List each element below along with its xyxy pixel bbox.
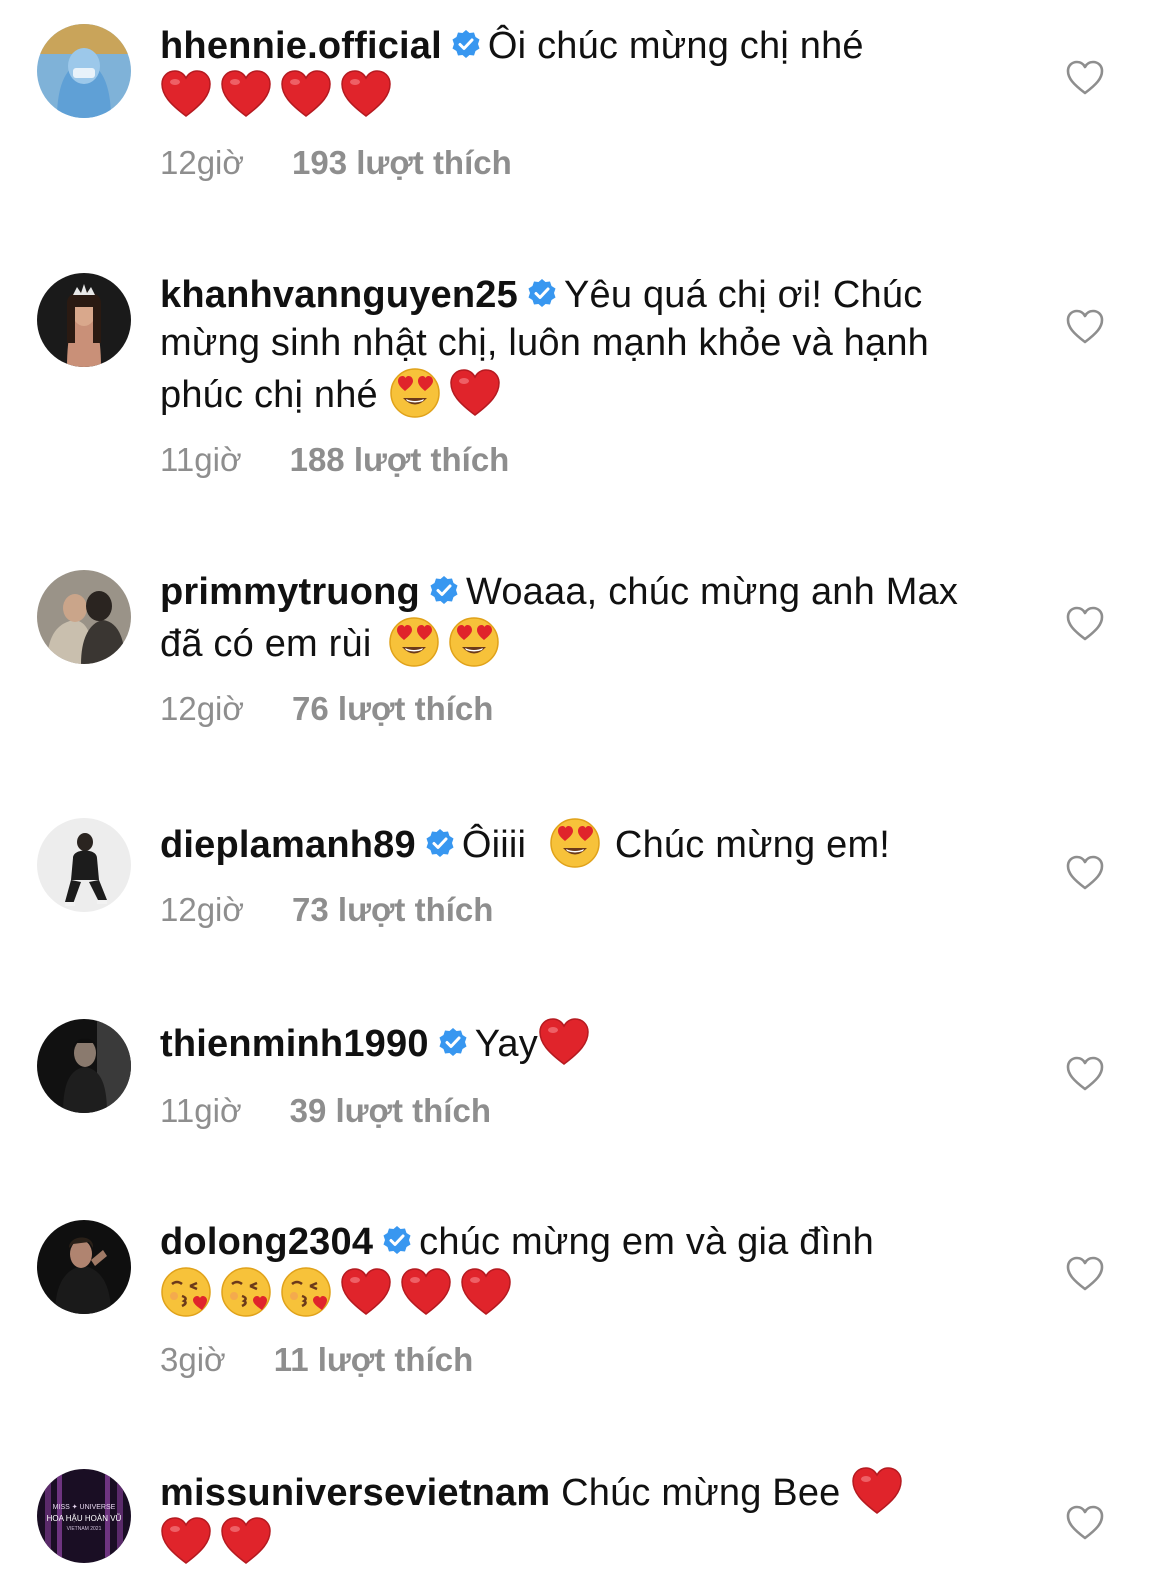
avatar[interactable]	[37, 570, 131, 664]
comment-time: 12giờ	[160, 144, 245, 181]
comment-text: dieplamanh89 Ôiiii Chúc mừng em!	[160, 817, 990, 869]
heart-outline-icon[interactable]	[1066, 606, 1104, 642]
heart-outline-icon[interactable]	[1066, 1056, 1104, 1092]
comment-username[interactable]: missuniversevietnam	[160, 1472, 550, 1514]
heart-eyes-face-emoji	[389, 367, 441, 419]
red-heart-emoji	[220, 1517, 272, 1565]
comment-username[interactable]: khanhvannguyen25	[160, 274, 518, 316]
red-heart-emoji	[340, 70, 392, 118]
comment-text: hhennie.official Ôi chúc mừng chị nhé	[160, 22, 990, 120]
heart-eyes-face-emoji	[549, 817, 601, 869]
comment-time: 11giờ	[160, 441, 242, 478]
avatar[interactable]: MISS ✦ UNIVERSE HOA HẬU HOÀN VŨ VIETNAM …	[37, 1469, 131, 1563]
kissing-face-emoji	[280, 1266, 332, 1318]
verified-badge-icon	[437, 1027, 469, 1059]
heart-outline-icon[interactable]	[1066, 1505, 1104, 1541]
heart-outline-icon[interactable]	[1066, 309, 1104, 345]
verified-badge-icon	[428, 575, 460, 607]
comment-like-count[interactable]: 11 lượt thích	[274, 1340, 474, 1380]
avatar-logo-line3: VIETNAM 2021	[67, 1526, 102, 1532]
comment-time: 12giờ	[160, 690, 245, 727]
comment-like-count[interactable]: 39 lượt thích	[290, 1091, 491, 1131]
comment-body: Ôi chúc mừng chị nhé	[487, 25, 864, 67]
comment-like-count[interactable]: 73 lượt thích	[292, 890, 493, 930]
comment-username[interactable]: hhennie.official	[160, 25, 442, 67]
avatar[interactable]	[37, 1019, 131, 1113]
heart-eyes-face-emoji	[388, 616, 440, 668]
comment-text: missuniversevietnam Chúc mừng Bee	[160, 1467, 990, 1567]
red-heart-emoji	[460, 1268, 512, 1316]
red-heart-emoji	[160, 70, 212, 118]
heart-outline-icon[interactable]	[1066, 60, 1104, 96]
avatar[interactable]	[37, 818, 131, 912]
red-heart-emoji	[538, 1018, 590, 1066]
avatar[interactable]	[37, 24, 131, 118]
comment-time: 3giờ	[160, 1341, 226, 1378]
verified-badge-icon	[450, 29, 482, 61]
red-heart-emoji	[400, 1268, 452, 1316]
red-heart-emoji	[340, 1268, 392, 1316]
comment-text: primmytruong Woaaa, chúc mừng anh Max đã …	[160, 568, 990, 668]
comment-time: 11giờ	[160, 1092, 242, 1129]
avatar[interactable]	[37, 273, 131, 367]
kissing-face-emoji	[220, 1266, 272, 1318]
heart-outline-icon[interactable]	[1066, 855, 1104, 891]
comment-time: 12giờ	[160, 891, 245, 928]
comment-username[interactable]: dolong2304	[160, 1221, 373, 1263]
comment-username[interactable]: thienminh1990	[160, 1023, 429, 1065]
comment-text: khanhvannguyen25 Yêu quá chị ơi! Chúc mừn…	[160, 271, 990, 419]
kissing-face-emoji	[160, 1266, 212, 1318]
comment-username[interactable]: dieplamanh89	[160, 824, 416, 866]
verified-badge-icon	[424, 828, 456, 860]
comment-like-count[interactable]: 188 lượt thích	[290, 440, 510, 480]
comment-body: chúc mừng em và gia đình	[419, 1221, 874, 1263]
comment-body: Yay	[474, 1023, 538, 1065]
avatar[interactable]	[37, 1220, 131, 1314]
comment-body: Chúc mừng em!	[614, 824, 891, 866]
avatar-logo-line1: MISS ✦ UNIVERSE	[53, 1503, 116, 1511]
red-heart-emoji	[851, 1467, 903, 1515]
comment-like-count[interactable]: 76 lượt thích	[292, 689, 493, 729]
verified-badge-icon	[381, 1225, 413, 1257]
comment-body: Ôiiii	[461, 824, 527, 866]
comment-username[interactable]: primmytruong	[160, 571, 420, 613]
comment-like-count[interactable]: 193 lượt thích	[292, 143, 512, 183]
red-heart-emoji	[449, 369, 501, 417]
comment-text: dolong2304 chúc mừng em và gia đình	[160, 1218, 990, 1318]
heart-eyes-face-emoji	[448, 616, 500, 668]
heart-outline-icon[interactable]	[1066, 1256, 1104, 1292]
red-heart-emoji	[160, 1517, 212, 1565]
avatar-logo-line2: HOA HẬU HOÀN VŨ	[47, 1514, 122, 1523]
red-heart-emoji	[220, 70, 272, 118]
verified-badge-icon	[526, 278, 558, 310]
red-heart-emoji	[280, 70, 332, 118]
comment-body: Chúc mừng Bee	[561, 1472, 841, 1514]
comment-text: thienminh1990 Yay	[160, 1018, 990, 1068]
